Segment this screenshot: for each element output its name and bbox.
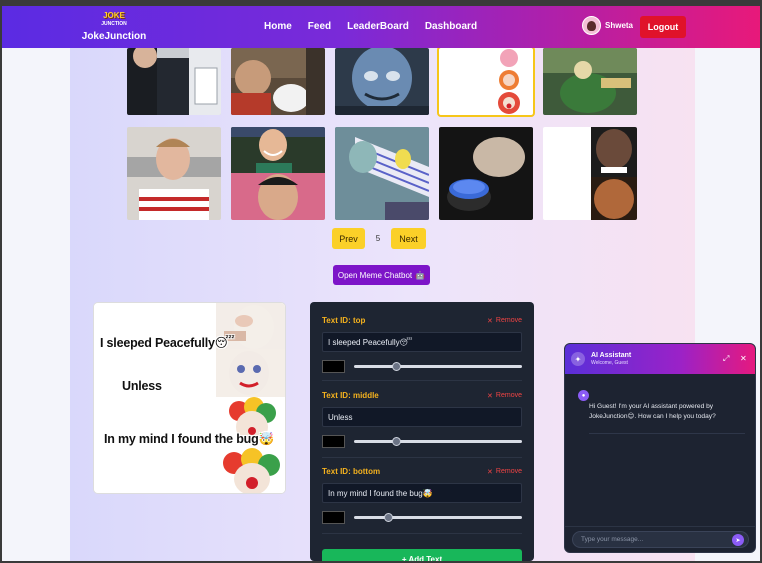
slider-handle[interactable] <box>392 437 401 446</box>
send-icon[interactable]: ➤ <box>732 534 744 546</box>
slider-handle[interactable] <box>392 362 401 371</box>
font-size-slider[interactable] <box>354 362 522 371</box>
remove-text-button[interactable]: ✕ Remove <box>487 468 522 476</box>
text-field-bottom: Text ID: bottom ✕ Remove In my mind I fo… <box>322 467 522 524</box>
assistant-message: Hi Guest! I'm your AI assistant powered … <box>589 403 716 420</box>
chatbot-button-label: Open Meme Chatbot <box>337 270 413 280</box>
meme-template-tile[interactable] <box>127 127 221 220</box>
logo-graphic: JOKE JUNCTION <box>101 11 127 27</box>
ai-assistant-panel: ✦ AI Assistant Welcome, Guest ⤢ ✕ ● Hi G… <box>564 343 756 553</box>
meme-template-tile[interactable] <box>335 48 429 115</box>
text-editor-panel: Text ID: top ✕ Remove I sleeped Peaceful… <box>310 302 534 561</box>
remove-text-button[interactable]: ✕ Remove <box>487 392 522 400</box>
divider <box>322 533 522 534</box>
text-input[interactable]: In my mind I found the bug🤯 <box>322 483 522 503</box>
meme-template-tile[interactable] <box>335 127 429 220</box>
ai-assistant-header: ✦ AI Assistant Welcome, Guest ⤢ ✕ <box>565 344 755 374</box>
text-color-picker[interactable] <box>322 435 345 448</box>
robot-icon: 🤖 <box>415 270 426 280</box>
close-icon: ✕ <box>487 468 493 476</box>
meme-caption-top[interactable]: I sleeped Peacefully😴 <box>100 335 235 350</box>
meme-template-tile-selected[interactable] <box>437 46 535 117</box>
meme-caption-bottom[interactable]: In my mind I found the bug🤯 <box>104 432 274 447</box>
expand-icon[interactable]: ⤢ <box>723 354 729 364</box>
bot-avatar-icon: ● <box>578 390 589 401</box>
meme-template-tile[interactable] <box>439 127 533 220</box>
close-icon[interactable]: ✕ <box>740 354 747 363</box>
prev-page-button[interactable]: Prev <box>332 228 365 249</box>
message-divider <box>589 433 745 434</box>
avatar <box>582 16 601 35</box>
slider-handle[interactable] <box>383 513 393 522</box>
open-meme-chatbot-button[interactable]: Open Meme Chatbot 🤖 <box>333 265 430 285</box>
close-icon: ✕ <box>487 317 493 325</box>
nav-dashboard[interactable]: Dashboard <box>425 21 477 32</box>
nav-links: Home Feed LeaderBoard Dashboard <box>264 21 477 32</box>
divider <box>322 380 522 381</box>
text-input[interactable]: I sleeped Peacefully😴 <box>322 332 522 352</box>
sparkle-icon: ✦ <box>571 352 585 366</box>
meme-caption-middle[interactable]: Unless <box>122 379 162 393</box>
brand-logo[interactable]: JOKE JUNCTION JokeJunction <box>74 11 154 42</box>
chat-message-input[interactable]: Type your message... ➤ <box>572 531 749 548</box>
remove-text-button[interactable]: ✕ Remove <box>487 317 522 325</box>
text-color-picker[interactable] <box>322 360 345 373</box>
add-text-button[interactable]: + Add Text <box>322 549 522 561</box>
nav-feed[interactable]: Feed <box>308 21 331 32</box>
text-field-top: Text ID: top ✕ Remove I sleeped Peaceful… <box>322 316 522 373</box>
text-field-label: Text ID: top <box>322 316 366 325</box>
meme-template-tile[interactable] <box>543 127 637 220</box>
meme-template-tile[interactable] <box>543 48 637 115</box>
text-field-label: Text ID: middle <box>322 391 379 400</box>
nav-leaderboard[interactable]: LeaderBoard <box>347 21 409 32</box>
user-menu[interactable]: Shweta <box>582 16 633 35</box>
text-color-picker[interactable] <box>322 511 345 524</box>
meme-template-tile[interactable] <box>231 48 325 115</box>
text-field-label: Text ID: bottom <box>322 467 381 476</box>
meme-template-tile[interactable] <box>231 127 325 220</box>
pagination: Prev 5 Next <box>332 228 426 249</box>
brand-name: JokeJunction <box>81 31 147 42</box>
divider <box>322 457 522 458</box>
assistant-title: AI Assistant <box>591 352 632 359</box>
meme-preview: I sleeped Peacefully😴 Unless In my mind … <box>93 302 286 494</box>
nav-home[interactable]: Home <box>264 21 292 32</box>
meme-template-tile[interactable] <box>127 48 221 115</box>
assistant-subtitle: Welcome, Guest <box>591 360 628 366</box>
logout-button[interactable]: Logout <box>640 16 686 38</box>
top-navbar: JOKE JUNCTION JokeJunction Home Feed Lea… <box>2 6 760 48</box>
text-field-middle: Text ID: middle ✕ Remove Unless <box>322 391 522 448</box>
close-icon: ✕ <box>487 392 493 400</box>
current-page-number: 5 <box>375 234 381 243</box>
text-input[interactable]: Unless <box>322 407 522 427</box>
app-window: Prev 5 Next Open Meme Chatbot 🤖 I sleepe… <box>2 6 760 561</box>
font-size-slider[interactable] <box>354 437 522 446</box>
meme-preview-image <box>94 303 285 493</box>
username: Shweta <box>605 21 634 30</box>
chat-input-placeholder: Type your message... <box>581 536 644 543</box>
next-page-button[interactable]: Next <box>391 228 426 249</box>
font-size-slider[interactable] <box>354 513 522 522</box>
